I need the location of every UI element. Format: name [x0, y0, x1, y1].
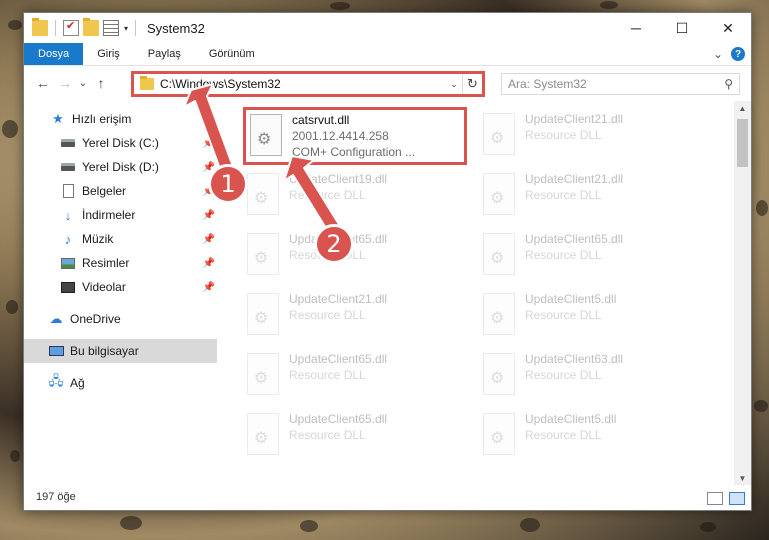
step-1-badge: 1: [208, 164, 248, 204]
step-2-badge: 2: [314, 224, 354, 264]
arrow-2: [283, 155, 341, 234]
annotation-arrows: [183, 83, 341, 234]
